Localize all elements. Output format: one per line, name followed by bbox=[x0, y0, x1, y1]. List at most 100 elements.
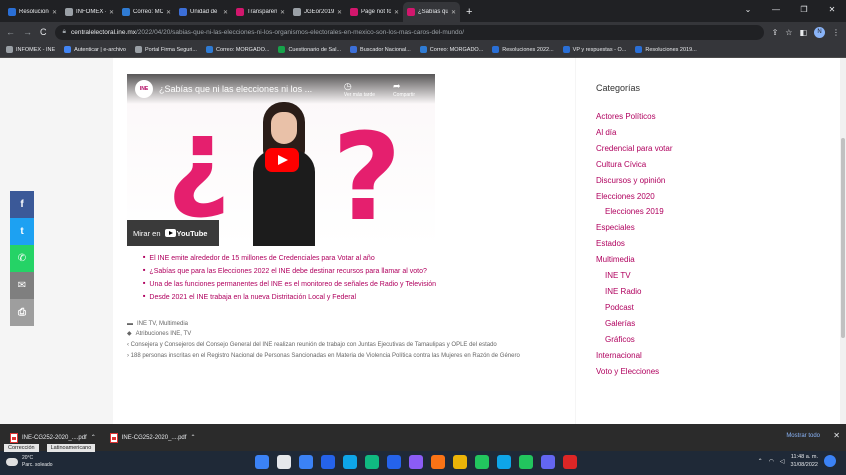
volume-icon[interactable]: ◁ bbox=[780, 458, 785, 465]
weather-widget[interactable]: 20°C Parc. soleado bbox=[6, 455, 53, 469]
download-item[interactable]: INE-CG252-2020_....pdf ⌃ bbox=[109, 432, 195, 443]
video-title[interactable]: ¿Sabías que ni las elecciones ni los ... bbox=[159, 84, 338, 94]
close-downloads-icon[interactable]: ✕ bbox=[833, 431, 840, 440]
bookmark-item[interactable]: Resoluciones 2019... bbox=[635, 46, 697, 53]
browser-tab[interactable]: Page not found✕ bbox=[346, 2, 403, 22]
bookmark-item[interactable]: Buscador Nacional... bbox=[350, 46, 411, 53]
profile-avatar[interactable]: N bbox=[814, 26, 825, 38]
play-button[interactable] bbox=[265, 148, 299, 172]
email-icon[interactable]: ✉ bbox=[10, 272, 34, 299]
close-tab-icon[interactable]: ✕ bbox=[52, 9, 57, 16]
category-link[interactable]: INE Radio bbox=[596, 284, 672, 300]
close-tab-icon[interactable]: ✕ bbox=[223, 9, 228, 16]
post-tags[interactable]: Atribuciones INE, TV bbox=[136, 329, 192, 339]
preview-item[interactable]: Corrección bbox=[4, 444, 39, 452]
next-post-link[interactable]: › 188 personas inscritas en el Registro … bbox=[127, 352, 557, 361]
youtube-embed[interactable]: ? ? INE ¿Sabías que ni las elecciones ni… bbox=[127, 74, 435, 246]
category-link[interactable]: Al día bbox=[596, 125, 672, 141]
browser-tab[interactable]: INFOMEX - INE✕ bbox=[61, 2, 118, 22]
category-link[interactable]: Voto y Elecciones bbox=[596, 364, 672, 380]
close-tab-icon[interactable]: ✕ bbox=[394, 9, 399, 16]
twitter-icon[interactable]: t bbox=[10, 218, 34, 245]
new-tab-button[interactable]: + bbox=[460, 2, 478, 22]
browser-tab[interactable]: Unidad de Transp✕ bbox=[175, 2, 232, 22]
maximize-button[interactable]: ❐ bbox=[790, 0, 818, 20]
wifi-icon[interactable]: ◠ bbox=[769, 458, 774, 465]
page-scrollbar[interactable] bbox=[840, 58, 846, 424]
category-link[interactable]: INE TV bbox=[596, 268, 672, 284]
category-link[interactable]: Elecciones 2020 bbox=[596, 189, 672, 205]
category-link[interactable]: Actores Políticos bbox=[596, 109, 672, 125]
bookmark-item[interactable]: Autenticar | e-archivo bbox=[64, 46, 126, 53]
taskbar-app-icon[interactable] bbox=[387, 455, 401, 469]
facebook-icon[interactable]: f bbox=[10, 191, 34, 218]
chevron-up-tray-icon[interactable]: ⌃ bbox=[758, 458, 763, 465]
category-link[interactable]: Podcast bbox=[596, 300, 672, 316]
browser-tab[interactable]: Transparencia | I✕ bbox=[232, 2, 289, 22]
taskbar-app-icon[interactable] bbox=[497, 455, 511, 469]
taskbar-app-icon[interactable] bbox=[563, 455, 577, 469]
url-input[interactable]: 🔒︎ centralelectoral.ine.mx/2022/04/20/sa… bbox=[54, 24, 764, 40]
category-link[interactable]: Elecciones 2019 bbox=[596, 204, 672, 220]
tab-search-icon[interactable]: ⌄ bbox=[734, 0, 762, 20]
bookmark-item[interactable]: INFOMEX - INE bbox=[6, 46, 55, 53]
chevron-up-icon[interactable]: ⌃ bbox=[91, 434, 96, 441]
browser-tab[interactable]: ¿Sabías que ni la✕ bbox=[403, 2, 460, 22]
post-categories[interactable]: INE TV, Multimedia bbox=[137, 319, 188, 329]
category-link[interactable]: Cultura Cívica bbox=[596, 157, 672, 173]
close-tab-icon[interactable]: ✕ bbox=[280, 9, 285, 16]
bookmark-item[interactable]: Cuestionario de Sal... bbox=[278, 46, 341, 53]
minimize-button[interactable]: — bbox=[762, 0, 790, 20]
close-tab-icon[interactable]: ✕ bbox=[166, 9, 171, 16]
browser-tab[interactable]: Resoluciones 20✕ bbox=[4, 2, 61, 22]
share-page-icon[interactable]: ⇪ bbox=[772, 28, 779, 37]
related-link[interactable]: ¿Sabías que para las Elecciones 2022 el … bbox=[143, 265, 436, 278]
taskbar-app-icon[interactable] bbox=[255, 455, 269, 469]
category-link[interactable]: Gráficos bbox=[596, 332, 672, 348]
related-link[interactable]: El INE emite alrededor de 15 millones de… bbox=[143, 252, 436, 265]
close-tab-icon[interactable]: ✕ bbox=[109, 9, 114, 16]
close-tab-icon[interactable]: ✕ bbox=[337, 9, 342, 16]
preview-item[interactable]: Latinoamericano bbox=[46, 444, 96, 452]
taskbar-app-icon[interactable] bbox=[431, 455, 445, 469]
download-item[interactable]: INE-CG252-2020_....pdf ⌃ bbox=[10, 432, 96, 443]
print-icon[interactable]: ⎙ bbox=[10, 299, 34, 326]
scrollbar-thumb[interactable] bbox=[841, 138, 845, 338]
menu-dots-icon[interactable]: ⋮ bbox=[832, 28, 840, 37]
bookmark-item[interactable]: Resoluciones 2022... bbox=[492, 46, 554, 53]
reload-icon[interactable]: C bbox=[40, 27, 47, 37]
previous-post-link[interactable]: ‹ Consejera y Consejeros del Consejo Gen… bbox=[127, 341, 557, 350]
category-link[interactable]: Credencial para votar bbox=[596, 141, 672, 157]
close-window-button[interactable]: ✕ bbox=[818, 0, 846, 20]
bookmark-item[interactable]: Correo: MORGADO... bbox=[205, 46, 269, 53]
forward-arrow-icon[interactable]: → bbox=[23, 27, 32, 37]
bookmark-item[interactable]: VP y respuestas - O... bbox=[562, 46, 626, 53]
whatsapp-icon[interactable]: ✆ bbox=[10, 245, 34, 272]
taskbar-app-icon[interactable] bbox=[277, 455, 291, 469]
browser-tab[interactable]: Correo: MORGAI✕ bbox=[118, 2, 175, 22]
category-link[interactable]: Galerías bbox=[596, 316, 672, 332]
taskbar-app-icon[interactable] bbox=[475, 455, 489, 469]
category-link[interactable]: Especiales bbox=[596, 220, 672, 236]
related-link[interactable]: Una de las funciones permanentes del INE… bbox=[143, 278, 436, 291]
category-link[interactable]: Internacional bbox=[596, 348, 672, 364]
related-link[interactable]: Desde 2021 el INE trabaja en la nueva Di… bbox=[143, 291, 436, 304]
ine-channel-logo[interactable]: INE bbox=[135, 80, 153, 98]
taskbar-app-icon[interactable] bbox=[365, 455, 379, 469]
taskbar-app-icon[interactable] bbox=[299, 455, 313, 469]
back-arrow-icon[interactable]: ← bbox=[6, 27, 15, 37]
category-link[interactable]: Discursos y opinión bbox=[596, 173, 672, 189]
taskbar-app-icon[interactable] bbox=[519, 455, 533, 469]
browser-tab[interactable]: JGEor201910-31✕ bbox=[289, 2, 346, 22]
share-video-button[interactable]: ➦ Compartir bbox=[393, 81, 415, 98]
side-panel-icon[interactable]: ◧ bbox=[799, 28, 807, 37]
bookmark-star-icon[interactable]: ☆ bbox=[785, 28, 792, 37]
bookmark-item[interactable]: Portal Firma Seguri... bbox=[135, 46, 197, 53]
close-tab-icon[interactable]: ✕ bbox=[451, 9, 456, 16]
taskbar-app-icon[interactable] bbox=[541, 455, 555, 469]
show-all-downloads-button[interactable]: Mostrar todo bbox=[786, 433, 820, 439]
clock[interactable]: 11:48 a. m. 31/08/2022 bbox=[790, 453, 818, 469]
watch-later-button[interactable]: ◷ Ver más tarde bbox=[344, 81, 375, 98]
notification-icon[interactable] bbox=[824, 455, 836, 467]
chevron-up-icon[interactable]: ⌃ bbox=[190, 434, 195, 441]
